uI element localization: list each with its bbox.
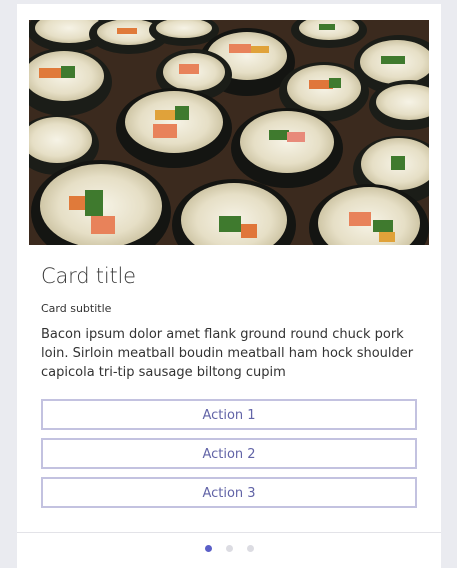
footer-divider — [17, 532, 441, 533]
action-2-button[interactable]: Action 2 — [41, 438, 417, 469]
card-body-text: Bacon ipsum dolor amet flank ground roun… — [41, 327, 414, 380]
pagination-dot-3[interactable] — [246, 545, 254, 552]
card-body: Card title Card subtitle Bacon ipsum dol… — [29, 264, 429, 508]
carousel-pagination — [17, 545, 441, 553]
card-title: Card title — [41, 264, 136, 288]
action-3-button[interactable]: Action 3 — [41, 477, 417, 508]
card: Card title Card subtitle Bacon ipsum dol… — [29, 20, 429, 516]
card-subtitle: Card subtitle — [41, 302, 112, 315]
card-actions: Action 1 Action 2 Action 3 — [41, 399, 417, 508]
card-image — [29, 20, 429, 245]
pagination-dot-2[interactable] — [225, 545, 233, 552]
pagination-dot-1[interactable] — [204, 545, 212, 552]
carousel-frame: Card title Card subtitle Bacon ipsum dol… — [17, 4, 441, 568]
action-1-button[interactable]: Action 1 — [41, 399, 417, 430]
